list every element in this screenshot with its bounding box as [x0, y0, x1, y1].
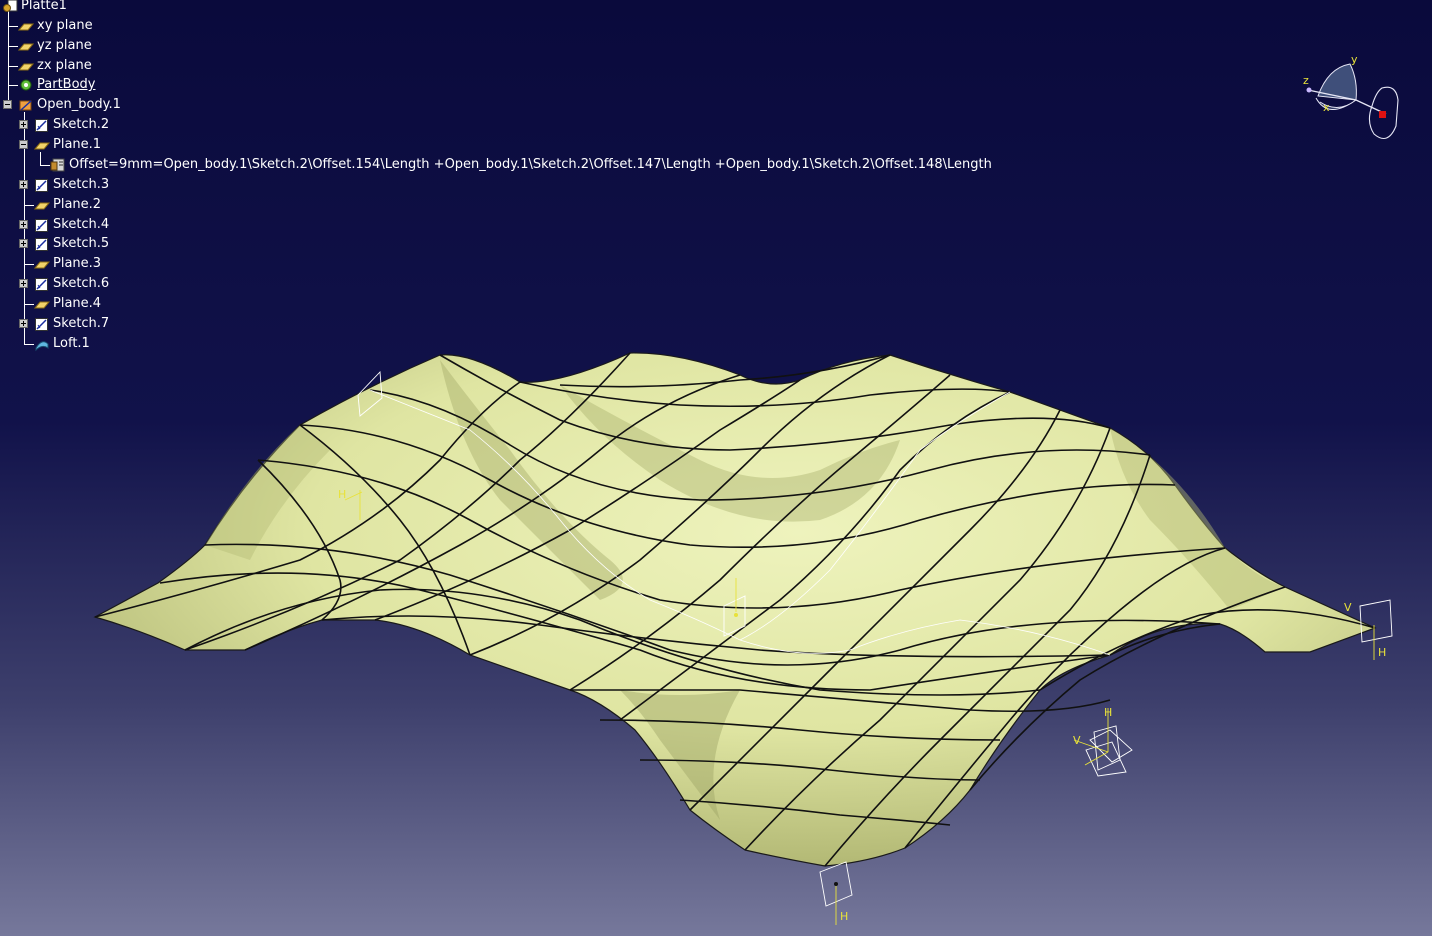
- tree-item-sketch6[interactable]: Sketch.6: [34, 275, 109, 293]
- tree-item-plane2[interactable]: Plane.2: [34, 196, 101, 214]
- specification-tree: Platte1 xy plane yz plane zx plane PartB…: [0, 0, 992, 360]
- expand-icon[interactable]: [19, 319, 28, 328]
- expand-icon[interactable]: [19, 239, 28, 248]
- plane-icon: [34, 301, 50, 309]
- tree-item-partbody[interactable]: PartBody: [18, 76, 95, 94]
- plane-icon: [18, 23, 34, 31]
- tree-item-zx-plane[interactable]: zx plane: [18, 57, 92, 75]
- axis-label-h-bottom: H: [840, 910, 848, 923]
- tree-item-sketch3[interactable]: Sketch.3: [34, 176, 109, 194]
- tree-item-label: xy plane: [37, 18, 93, 33]
- tree-line-root: [8, 10, 9, 105]
- plane-icon: [18, 43, 34, 51]
- sketch-icon: [35, 179, 48, 192]
- tree-item-label: Plane.2: [53, 197, 102, 212]
- tree-branch: [40, 165, 50, 166]
- tree-item-label: Sketch.7: [53, 316, 110, 331]
- tree-root-label: Platte1: [21, 0, 67, 13]
- sketch-icon: [35, 278, 48, 291]
- tree-branch: [8, 66, 18, 67]
- tree-item-label: Sketch.3: [53, 177, 110, 192]
- open-body-icon: [19, 100, 32, 111]
- compass-label-z: z: [1303, 74, 1309, 87]
- tree-item-loft1[interactable]: Loft.1: [34, 335, 90, 353]
- axis-label-h-right: H: [1378, 646, 1386, 659]
- tree-item-sketch5[interactable]: Sketch.5: [34, 235, 109, 253]
- tree-item-label: Sketch.5: [53, 236, 110, 251]
- tree-item-label: Sketch.6: [53, 276, 110, 291]
- tree-item-yz-plane[interactable]: yz plane: [18, 37, 92, 55]
- plane-icon: [34, 142, 50, 150]
- tree-branch: [8, 26, 18, 27]
- tree-item-plane1[interactable]: Plane.1: [34, 136, 101, 154]
- partbody-icon: [20, 79, 32, 91]
- tree-branch: [24, 264, 34, 265]
- tree-item-label: Offset=9mm=Open_body.1\Sketch.2\Offset.1…: [69, 157, 992, 172]
- plane-icon: [18, 63, 34, 71]
- plane-icon: [34, 202, 50, 210]
- expand-icon[interactable]: [19, 180, 28, 189]
- tree-branch: [24, 344, 34, 345]
- sketch-icon: [35, 119, 48, 132]
- surface-outline[interactable]: [93, 352, 1377, 867]
- tree-item-label: Plane.4: [53, 296, 102, 311]
- collapse-icon[interactable]: [3, 100, 12, 109]
- tree-item-label: PartBody: [37, 77, 96, 92]
- tree-item-xy-plane[interactable]: xy plane: [18, 17, 93, 35]
- tree-branch: [8, 85, 18, 86]
- loft-surface[interactable]: [93, 352, 1377, 867]
- formula-icon: [50, 158, 65, 172]
- axis-label-v-right: V: [1344, 601, 1352, 614]
- sketch-icon: [35, 219, 48, 232]
- tree-item-open-body[interactable]: Open_body.1: [18, 96, 121, 114]
- tree-item-label: Sketch.4: [53, 217, 110, 232]
- tree-item-label: yz plane: [37, 38, 92, 53]
- tree-branch: [8, 46, 18, 47]
- tree-item-offset-formula[interactable]: Offset=9mm=Open_body.1\Sketch.2\Offset.1…: [50, 156, 992, 174]
- tree-item-plane4[interactable]: Plane.4: [34, 295, 101, 313]
- sketch-icon: [35, 318, 48, 331]
- tree-item-label: zx plane: [37, 58, 92, 73]
- compass-label-y: y: [1351, 53, 1358, 66]
- tree-item-plane3[interactable]: Plane.3: [34, 255, 101, 273]
- tree-item-sketch4[interactable]: Sketch.4: [34, 216, 109, 234]
- tree-item-label: Sketch.2: [53, 117, 110, 132]
- part-icon: [3, 0, 18, 12]
- triad-label-v: V: [1073, 734, 1081, 747]
- tree-item-label: Plane.1: [53, 137, 102, 152]
- collapse-icon[interactable]: [19, 140, 28, 149]
- tree-branch: [24, 304, 34, 305]
- tree-item-label: Plane.3: [53, 256, 102, 271]
- tree-branch: [24, 205, 34, 206]
- plane-icon: [34, 261, 50, 269]
- tree-item-label: Loft.1: [53, 336, 90, 351]
- expand-icon[interactable]: [19, 120, 28, 129]
- origin-triad: [1073, 708, 1133, 777]
- sketch-icon: [35, 238, 48, 251]
- tree-item-sketch2[interactable]: Sketch.2: [34, 116, 109, 134]
- loft-icon: [35, 341, 49, 352]
- compass-label-x: x: [1323, 101, 1330, 114]
- compass-handle-icon[interactable]: [1379, 111, 1386, 118]
- view-compass[interactable]: y z x: [1298, 50, 1408, 150]
- tree-item-sketch7[interactable]: Sketch.7: [34, 315, 109, 333]
- expand-icon[interactable]: [19, 220, 28, 229]
- tree-item-label: Open_body.1: [37, 97, 121, 112]
- axis-label-h-left: H: [338, 488, 346, 501]
- expand-icon[interactable]: [19, 279, 28, 288]
- tree-root-part[interactable]: Platte1: [2, 0, 67, 15]
- triad-label-h: H: [1104, 706, 1112, 719]
- compass-z-handle[interactable]: [1306, 87, 1312, 93]
